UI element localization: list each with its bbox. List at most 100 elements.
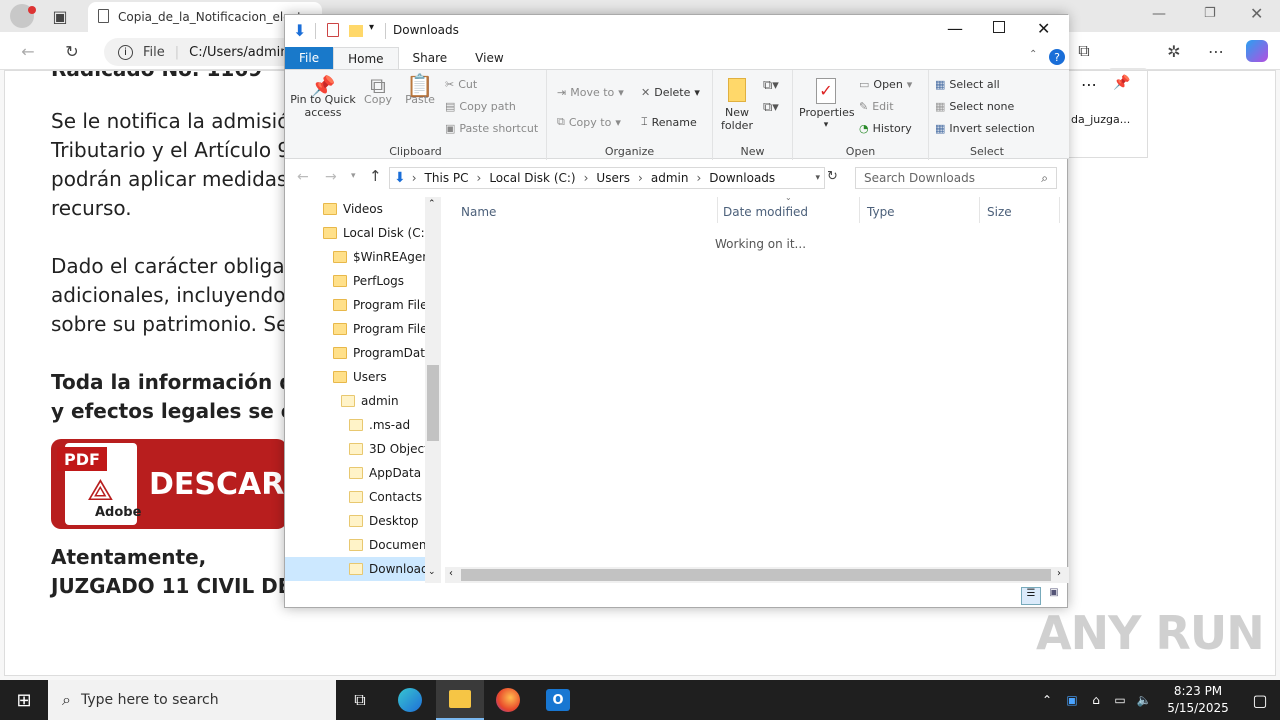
address-path-bar[interactable]: ⬇ › This PC › Local Disk (C:) › Users › … — [389, 167, 825, 189]
large-icons-view-icon[interactable]: ▣ — [1045, 587, 1063, 605]
address-value[interactable]: C:/Users/admin/ — [189, 45, 293, 60]
tab-file[interactable]: File — [285, 47, 334, 69]
column-type[interactable]: Type — [867, 201, 895, 223]
help-icon[interactable]: ? — [1049, 49, 1065, 65]
new-item-icon[interactable]: ⧉▾ — [763, 78, 779, 93]
network-icon[interactable]: ▭ — [1108, 693, 1132, 707]
explorer-close-icon[interactable]: ✕ — [1037, 19, 1050, 38]
outlook-tray-icon[interactable]: ▣ — [1060, 693, 1084, 707]
horizontal-scrollbar[interactable]: ‹ › — [445, 567, 1069, 583]
tree-item[interactable]: Local Disk (C:) — [323, 221, 429, 245]
minimize-icon[interactable]: — — [1152, 6, 1166, 22]
tab-view[interactable]: View — [461, 47, 517, 69]
scroll-thumb[interactable] — [427, 365, 439, 441]
rename-button[interactable]: ⌶ Rename — [641, 115, 697, 129]
edit-button[interactable]: ✎ Edit — [859, 100, 894, 113]
taskbar-search[interactable]: ⌕ Type here to search — [48, 680, 336, 720]
task-view-button[interactable]: ⧉ — [336, 680, 384, 720]
column-name[interactable]: Name — [461, 201, 496, 223]
open-button[interactable]: ▭ Open ▾ — [859, 78, 912, 91]
device-icon[interactable]: ⌂ — [1084, 693, 1108, 707]
up-button[interactable]: ↑ — [369, 167, 382, 185]
tree-item[interactable]: Users — [333, 365, 387, 389]
tree-item[interactable]: .ms-ad — [349, 413, 410, 437]
pin-quick-access-button[interactable]: 📌 Pin to Quick access — [289, 76, 357, 119]
copy-path-button[interactable]: ▤ Copy path — [445, 100, 516, 113]
move-to-button[interactable]: ⇥ Move to ▾ — [557, 86, 624, 99]
tree-item[interactable]: PerfLogs — [333, 269, 404, 293]
copy-to-button[interactable]: ⧉ Copy to ▾ — [557, 115, 621, 129]
close-icon[interactable]: ✕ — [1250, 4, 1263, 23]
outlook-taskbar-button[interactable]: O — [534, 680, 582, 720]
more-options-icon[interactable]: ⋯ — [1081, 75, 1097, 94]
copilot-icon[interactable] — [1246, 40, 1268, 62]
delete-button[interactable]: ✕ Delete ▾ — [641, 86, 700, 99]
clock[interactable]: 8:23 PM 5/15/2025 — [1156, 683, 1240, 717]
path-local-disk[interactable]: Local Disk (C:) — [489, 171, 575, 185]
column-size[interactable]: Size — [987, 201, 1012, 223]
notifications-icon[interactable]: ▢ — [1240, 691, 1280, 710]
download-item-name[interactable]: da_juzga... — [1071, 113, 1130, 126]
pdf-download-banner[interactable]: PDF ⟁ Adobe DESCARG — [51, 439, 309, 529]
pin-icon[interactable]: 📌 — [1113, 75, 1130, 91]
search-downloads-field[interactable]: Search Downloads ⌕ — [855, 167, 1057, 189]
path-downloads[interactable]: Downloads — [709, 171, 775, 185]
tree-item[interactable]: Program Files — [333, 293, 434, 317]
paste-button[interactable]: 📋 Paste — [403, 76, 437, 107]
back-icon[interactable]: ← — [14, 37, 42, 65]
cut-button[interactable]: ✂ Cut — [445, 78, 477, 91]
back-button[interactable]: ← — [297, 169, 309, 185]
path-this-pc[interactable]: This PC — [425, 171, 469, 185]
qat-dropdown-icon[interactable]: ▾ — [369, 22, 374, 33]
refresh-icon[interactable]: ↻ — [58, 37, 86, 65]
properties-button[interactable]: ✓ Properties ▾ — [799, 78, 855, 132]
select-none-button[interactable]: ▦ Select none — [935, 100, 1014, 113]
scroll-down-icon[interactable]: ⌄ — [428, 567, 436, 577]
tree-item[interactable]: ProgramData — [333, 341, 432, 365]
refresh-path-icon[interactable]: ↻ — [827, 169, 838, 184]
tree-item[interactable]: Program Files — [333, 317, 434, 341]
tree-item[interactable]: Videos — [323, 197, 383, 221]
easy-access-icon[interactable]: ⧉▾ — [763, 100, 779, 115]
show-hidden-icons-icon[interactable]: ⌃ — [1034, 693, 1060, 707]
copy-button[interactable]: ⧉ Copy — [361, 76, 395, 107]
collapse-ribbon-icon[interactable]: ⌃ — [1029, 49, 1037, 60]
column-date-modified[interactable]: Date modified — [723, 201, 808, 223]
new-folder-button[interactable]: New folder — [717, 78, 757, 132]
forward-button[interactable]: → — [325, 169, 337, 185]
path-dropdown-icon[interactable]: ▾ — [815, 173, 820, 183]
tab-home[interactable]: Home — [333, 47, 399, 69]
new-folder-qat-icon[interactable] — [349, 25, 363, 37]
tree-item[interactable]: admin — [341, 389, 399, 413]
path-admin[interactable]: admin — [651, 171, 689, 185]
tree-item[interactable]: Downloads — [285, 557, 435, 581]
explorer-taskbar-button[interactable] — [436, 680, 484, 720]
scroll-up-icon[interactable]: ⌃ — [428, 199, 436, 209]
tree-item[interactable]: Contacts — [349, 485, 422, 509]
scroll-right-icon[interactable]: › — [1057, 568, 1061, 579]
tree-item[interactable]: Desktop — [349, 509, 419, 533]
start-button[interactable]: ⊞ — [0, 680, 48, 720]
paste-shortcut-button[interactable]: ▣ Paste shortcut — [445, 122, 538, 135]
explorer-maximize-icon[interactable] — [993, 21, 1005, 33]
nav-pane-scrollbar[interactable]: ⌃ ⌄ — [425, 197, 441, 583]
invert-selection-button[interactable]: ▦ Invert selection — [935, 122, 1035, 135]
select-all-button[interactable]: ▦ Select all — [935, 78, 1000, 91]
restore-icon[interactable]: ❐ — [1204, 6, 1216, 21]
explorer-minimize-icon[interactable]: — — [947, 19, 963, 38]
collections-icon[interactable]: ⧉ — [1070, 37, 1098, 65]
tab-share[interactable]: Share — [399, 47, 462, 69]
more-icon[interactable]: ⋯ — [1202, 37, 1230, 65]
tree-item[interactable]: $WinREAgent — [333, 245, 435, 269]
tree-item[interactable]: 3D Objects — [349, 437, 435, 461]
tree-item[interactable]: AppData — [349, 461, 421, 485]
edge-taskbar-button[interactable] — [386, 680, 434, 720]
scroll-left-icon[interactable]: ‹ — [449, 568, 453, 579]
hscroll-thumb[interactable] — [461, 569, 1051, 581]
details-view-icon[interactable]: ☰ — [1021, 587, 1041, 605]
firefox-taskbar-button[interactable] — [484, 680, 532, 720]
volume-icon[interactable]: 🔈 — [1132, 693, 1156, 707]
path-users[interactable]: Users — [596, 171, 630, 185]
recent-locations-icon[interactable]: ▾ — [351, 171, 356, 181]
info-icon[interactable]: i — [118, 44, 133, 60]
